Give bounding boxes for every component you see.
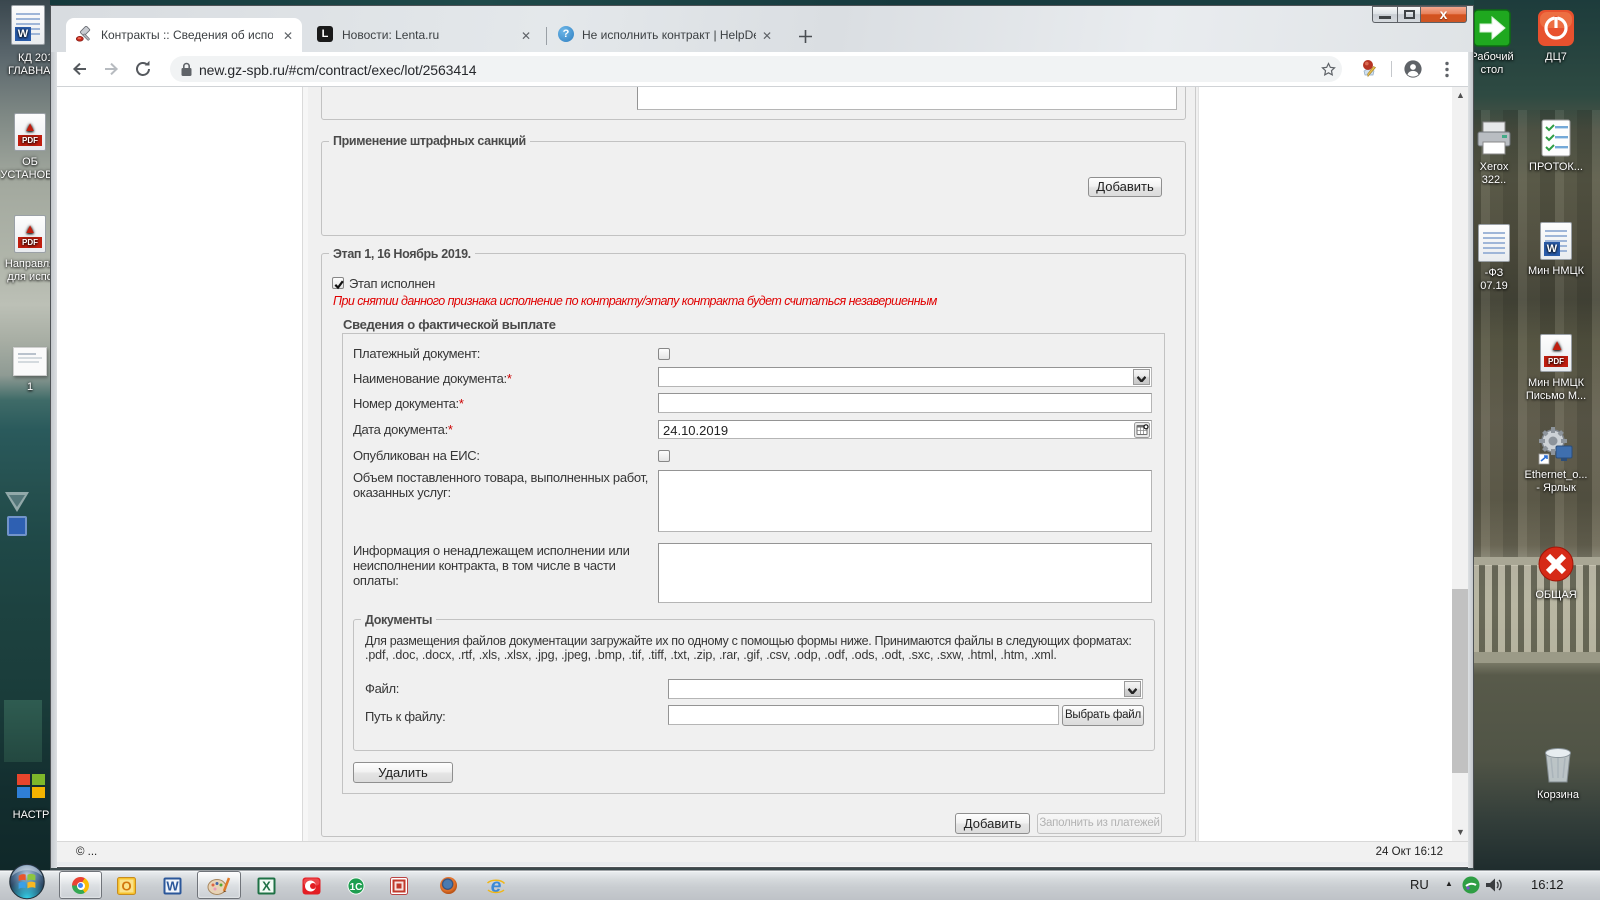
svg-text:X: X bbox=[262, 879, 271, 894]
svg-text:O: O bbox=[121, 879, 131, 894]
svg-text:W: W bbox=[166, 879, 179, 894]
svg-text:1C: 1C bbox=[350, 882, 363, 893]
